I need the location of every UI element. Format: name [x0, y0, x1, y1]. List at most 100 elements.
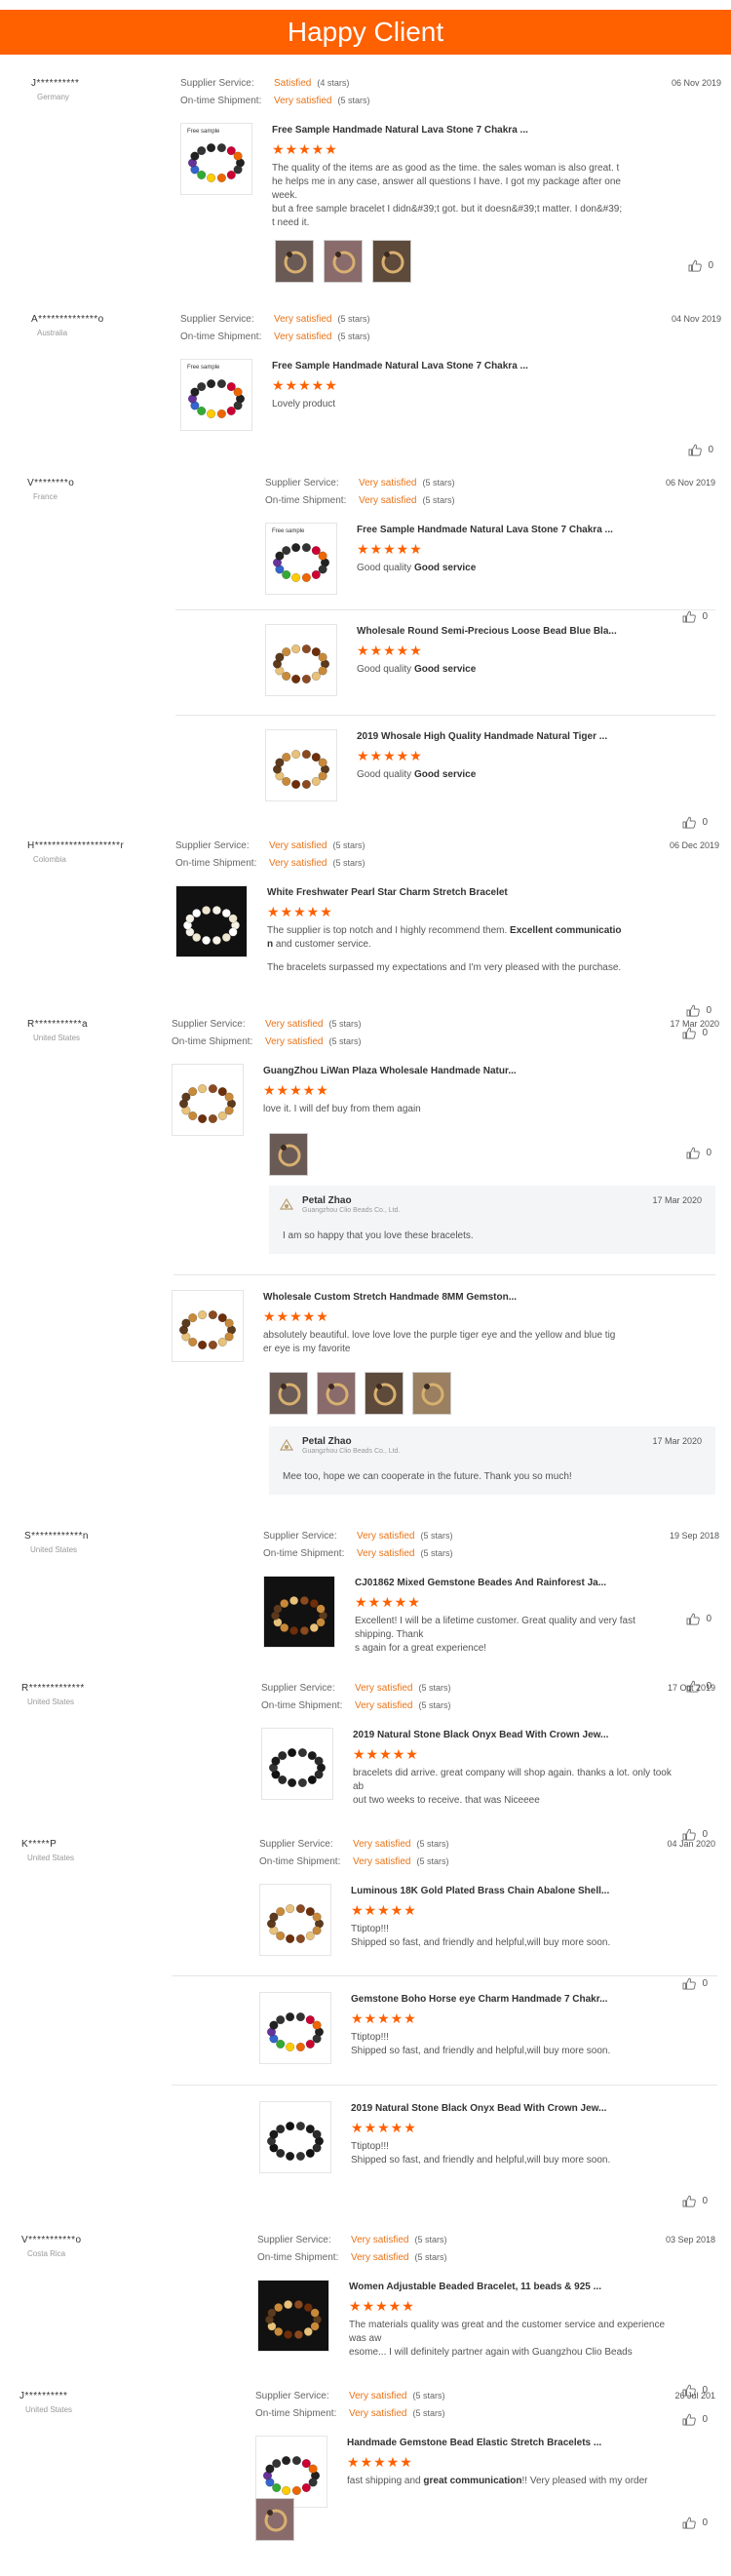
review-text-line: esome... I will definitely partner again…	[349, 2347, 633, 2358]
review-photo[interactable]	[372, 240, 411, 283]
like-button[interactable]: 0	[686, 1613, 712, 1625]
review-text: The materials quality was great and the …	[349, 2319, 673, 2360]
review-text-plain: Good quality	[357, 664, 414, 675]
like-button[interactable]: 0	[682, 2195, 708, 2207]
like-button[interactable]: 0	[682, 1977, 708, 1990]
item-divider	[172, 1975, 717, 1976]
review-text-line: Shipped so fast, and friendly and helpfu…	[351, 2046, 611, 2056]
review-stars: ★★★★★	[263, 1082, 329, 1098]
review-photo[interactable]	[365, 1372, 404, 1415]
review-photo[interactable]	[269, 1133, 308, 1176]
product-title[interactable]: White Freshwater Pearl Star Charm Stretc…	[267, 887, 508, 898]
review-stars: ★★★★★	[349, 2298, 415, 2314]
like-button[interactable]: 0	[682, 610, 708, 623]
review-photo[interactable]	[255, 2498, 294, 2541]
on-time-shipment-stars: (5 stars)	[332, 858, 366, 868]
like-button[interactable]: 0	[686, 1004, 712, 1017]
review-text-line: Shipped so fast, and friendly and helpfu…	[351, 1937, 611, 1948]
thumbs-up-icon	[682, 610, 697, 623]
review-photo[interactable]	[275, 240, 314, 283]
buyer-country: Germany	[37, 93, 69, 101]
product-thumbnail[interactable]	[259, 1884, 331, 1956]
product-title[interactable]: CJ01862 Mixed Gemstone Beades And Rainfo…	[355, 1578, 606, 1588]
review-text: Ttiptop!!! Shipped so fast, and friendly …	[351, 2140, 673, 2167]
product-thumbnail[interactable]	[261, 1728, 333, 1800]
product-title[interactable]: Wholesale Custom Stretch Handmade 8MM Ge…	[263, 1292, 517, 1303]
supplier-service-rating: Supplier Service: Very satisfied (5 stars)	[265, 478, 455, 488]
product-title[interactable]: Luminous 18K Gold Plated Brass Chain Aba…	[351, 1886, 609, 1896]
review-text: Ttiptop!!! Shipped so fast, and friendly …	[351, 1923, 673, 1950]
product-title[interactable]: GuangZhou LiWan Plaza Wholesale Handmade…	[263, 1066, 517, 1076]
review-text: The supplier is top notch and I highly r…	[267, 924, 673, 975]
product-thumbnail[interactable]	[259, 2101, 331, 2173]
like-button[interactable]: 0	[682, 2413, 708, 2426]
thumbs-up-icon	[682, 2413, 697, 2426]
product-thumbnail[interactable]	[175, 885, 248, 957]
reply-company: Guangzhou Clio Beads Co., Ltd.	[302, 1207, 401, 1214]
supplier-service-label: Supplier Service:	[263, 1531, 337, 1542]
on-time-shipment-label: On-time Shipment:	[257, 2252, 339, 2263]
product-thumbnail[interactable]	[265, 729, 337, 801]
product-thumbnail[interactable]	[259, 1992, 331, 2064]
review-block: H********************r Colombia Supplier S…	[0, 840, 731, 1017]
review-block: A**************o Australia Supplier Servic…	[0, 314, 731, 456]
like-count: 0	[706, 1148, 712, 1159]
product-thumbnail[interactable]	[263, 1576, 335, 1648]
product-thumbnail[interactable]	[172, 1290, 244, 1362]
supplier-service-rating: Supplier Service: Satisfied (4 stars)	[180, 78, 349, 89]
on-time-shipment-label: On-time Shipment:	[265, 495, 347, 506]
product-title[interactable]: Free Sample Handmade Natural Lava Stone …	[272, 125, 528, 136]
supplier-service-label: Supplier Service:	[180, 314, 254, 325]
review-text-line: he helps me in any case, answer all ques…	[272, 176, 621, 187]
product-thumbnail[interactable]	[257, 2280, 329, 2352]
on-time-shipment-value: Very satisfied	[359, 495, 417, 506]
product-title[interactable]: Gemstone Boho Horse eye Charm Handmade 7…	[351, 1994, 607, 2005]
like-count: 0	[702, 1978, 708, 1990]
product-title[interactable]: 2019 Whosale High Quality Handmade Natur…	[357, 731, 607, 742]
product-title[interactable]: Free Sample Handmade Natural Lava Stone …	[357, 525, 613, 535]
product-thumbnail[interactable]	[255, 2436, 327, 2508]
product-thumbnail[interactable]: Free sample	[180, 359, 252, 431]
review-date: 26 Jul 201	[674, 2391, 715, 2400]
review-text-bold: great communication	[423, 2476, 522, 2486]
product-title[interactable]: 2019 Natural Stone Black Onyx Bead With …	[353, 1730, 608, 1740]
review-text: love it. I will def buy from them again	[263, 1104, 421, 1114]
review-stars: ★★★★★	[351, 1902, 417, 1918]
on-time-shipment-stars: (5 stars)	[416, 1856, 449, 1866]
product-title[interactable]: Wholesale Round Semi-Precious Loose Bead…	[357, 626, 617, 637]
review-date: 19 Sep 2018	[669, 1531, 719, 1541]
supplier-service-value: Satisfied	[274, 78, 312, 89]
on-time-shipment-value: Very satisfied	[351, 2252, 409, 2263]
review-text: Lovely product	[272, 399, 336, 410]
buyer-name: A**************o	[31, 314, 104, 325]
review-text: Ttiptop!!! Shipped so fast, and friendly …	[351, 2031, 673, 2058]
like-button[interactable]: 0	[682, 816, 708, 829]
review-photo[interactable]	[324, 240, 363, 283]
on-time-shipment-value: Very satisfied	[274, 332, 332, 342]
product-title[interactable]: 2019 Natural Stone Black Onyx Bead With …	[351, 2103, 606, 2114]
product-thumbnail[interactable]: Free sample	[180, 123, 252, 195]
review-stars: ★★★★★	[357, 643, 423, 658]
review-block: J********** Germany Supplier Service: Satis…	[0, 78, 731, 283]
buyer-name: S************n	[24, 1531, 89, 1542]
product-thumbnail[interactable]: Free sample	[265, 523, 337, 595]
on-time-shipment-stars: (5 stars)	[328, 1036, 362, 1046]
like-button[interactable]: 0	[688, 259, 713, 272]
product-title[interactable]: Women Adjustable Beaded Bracelet, 11 bea…	[349, 2282, 601, 2292]
like-button[interactable]: 0	[686, 1147, 712, 1159]
thumbs-up-icon	[688, 259, 703, 272]
supplier-service-rating: Supplier Service: Very satisfied (5 stars)	[180, 314, 370, 325]
like-count: 0	[702, 2517, 708, 2529]
review-photo[interactable]	[317, 1372, 356, 1415]
product-thumbnail[interactable]	[172, 1064, 244, 1136]
like-button[interactable]: 0	[688, 444, 713, 456]
product-title[interactable]: Handmade Gemstone Bead Elastic Stretch B…	[347, 2438, 601, 2448]
review-photo[interactable]	[269, 1372, 308, 1415]
like-button[interactable]: 0	[682, 2517, 708, 2529]
review-photo[interactable]	[412, 1372, 451, 1415]
review-text-line: but a free sample bracelet I didn&#39;t …	[272, 204, 623, 215]
review-block: K*****P United States Supplier Service: Ver…	[0, 1839, 731, 2426]
product-thumbnail[interactable]	[265, 624, 337, 696]
review-block: V***********o Costa Rica Supplier Service:…	[0, 2235, 731, 2397]
product-title[interactable]: Free Sample Handmade Natural Lava Stone …	[272, 361, 528, 371]
